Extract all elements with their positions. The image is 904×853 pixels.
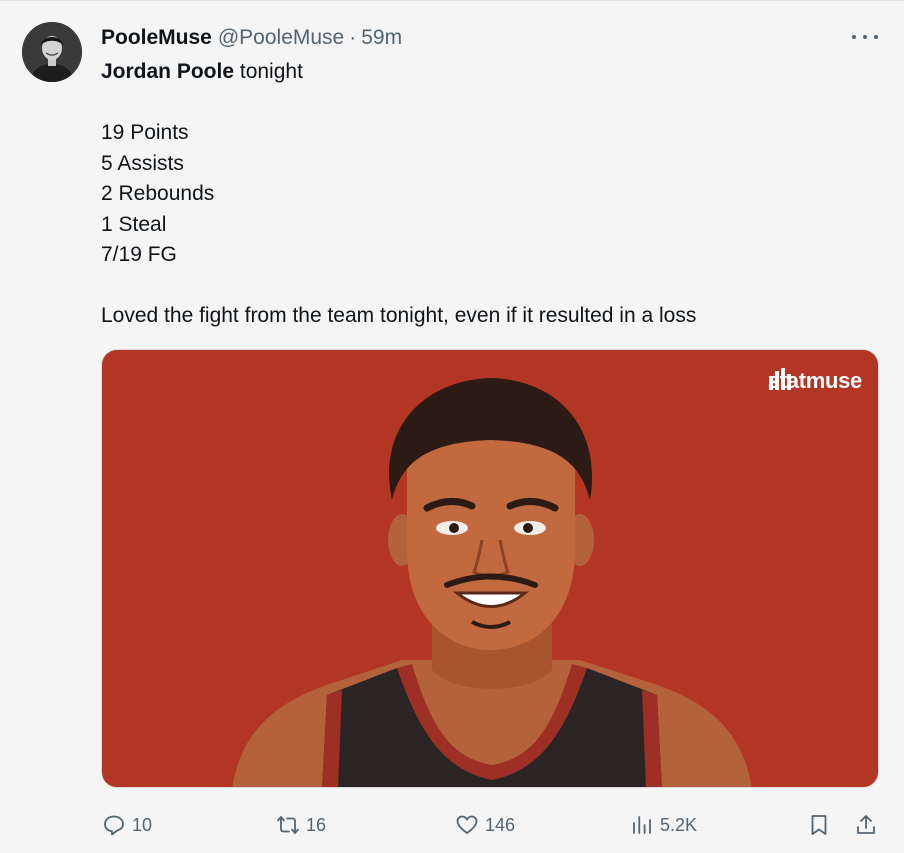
reply-count: 10	[132, 814, 153, 835]
stat-line: 7/19 FG	[101, 243, 177, 266]
more-options-button[interactable]	[852, 30, 878, 44]
bookmark-icon	[811, 815, 827, 835]
avatar-image	[22, 22, 82, 82]
view-count: 5.2K	[660, 814, 698, 835]
timestamp[interactable]: 59m	[361, 26, 402, 50]
line1-rest: tonight	[234, 60, 303, 83]
statmuse-mark-icon	[768, 368, 791, 390]
heart-icon	[456, 815, 478, 834]
reply-button[interactable]: 10	[102, 808, 152, 842]
reply-icon	[104, 815, 124, 836]
views-button[interactable]: 5.2K	[630, 808, 697, 842]
retweet-count: 16	[306, 814, 327, 835]
tweet-line-1: Jordan Poole tonight	[101, 59, 303, 85]
retweet-button[interactable]: 16	[276, 808, 326, 842]
player-name: Jordan Poole	[101, 60, 235, 83]
avatar[interactable]	[22, 22, 82, 82]
share-icon	[857, 815, 875, 834]
more-dot-icon	[863, 35, 867, 39]
like-count: 146	[485, 814, 516, 835]
statmuse-logo: statmuse	[768, 368, 862, 394]
share-button[interactable]	[854, 808, 884, 842]
more-dot-icon	[874, 35, 878, 39]
stat-line: 19 Points	[101, 121, 189, 144]
bookmark-button[interactable]	[807, 808, 837, 842]
player-illustration	[232, 378, 752, 787]
retweet-icon	[277, 816, 299, 834]
user-handle[interactable]: @PooleMuse	[218, 26, 344, 50]
tweet-header: PooleMuse @PooleMuse · 59m	[101, 26, 402, 52]
views-chart-icon	[633, 816, 651, 834]
top-divider	[0, 0, 904, 1]
stat-line: 5 Assists	[101, 152, 184, 175]
tweet-closing-text: Loved the fight from the team tonight, e…	[101, 304, 697, 327]
like-button[interactable]: 146	[455, 808, 515, 842]
more-dot-icon	[852, 35, 856, 39]
separator-dot: ·	[349, 26, 357, 49]
display-name[interactable]: PooleMuse	[101, 26, 212, 50]
tweet-actions-bar: 10 16 146 5.2K	[0, 808, 904, 842]
stat-line: 1 Steal	[101, 213, 167, 236]
stat-line: 2 Rebounds	[101, 182, 215, 205]
tweet-media-image[interactable]: statmuse	[101, 349, 879, 788]
